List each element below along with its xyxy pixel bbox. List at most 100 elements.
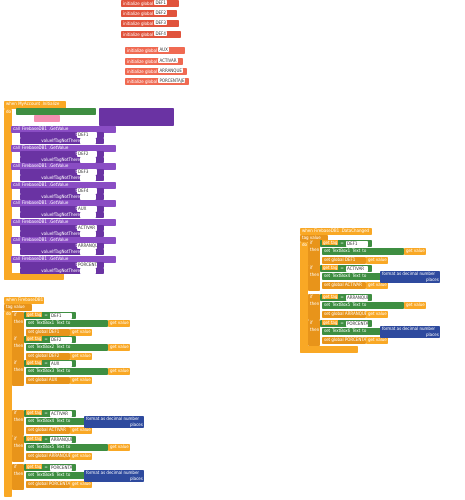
global-name-field[interactable]: DEF3: [154, 20, 167, 25]
set-textbox-text[interactable]: set TextBox2 Text to: [26, 344, 108, 351]
tag-literal[interactable]: DEF1: [50, 313, 72, 319]
tag-literal[interactable]: AUX: [50, 361, 72, 367]
get-value-label: get value: [110, 320, 129, 325]
tag-literal[interactable]: ARRANQUE: [346, 295, 368, 301]
set-textbox-text[interactable]: set TextBox5 Text to: [322, 302, 404, 309]
prop-label: Text: [352, 328, 361, 333]
set-global-block[interactable]: set global PORCENTAJE: [322, 337, 366, 344]
prop-label: Text: [352, 248, 361, 253]
global-name-field[interactable]: DEF4: [154, 31, 167, 36]
get-value-block[interactable]: get value: [366, 282, 388, 289]
set-global-block[interactable]: set global DEF1: [322, 257, 366, 264]
set-global-block[interactable]: set global ARRANQUE: [26, 453, 70, 460]
global-name-field[interactable]: ARRANQUE: [158, 68, 183, 73]
if-block[interactable]: if: [308, 320, 320, 346]
empty-string-literal[interactable]: [80, 138, 96, 144]
tag-literal[interactable]: ARRANQUE: [50, 437, 72, 443]
global-init-aux[interactable]: initialize global AUX: [125, 47, 185, 54]
if-block[interactable]: if: [12, 312, 24, 338]
string-literal: [34, 115, 60, 122]
global-name-field[interactable]: PORCENTAJE: [158, 78, 186, 83]
global-name-field[interactable]: DEF2: [154, 10, 167, 15]
get-value-block[interactable]: get value: [108, 344, 130, 351]
get-value-block[interactable]: get value: [404, 302, 426, 309]
global-name-field[interactable]: ACTIVAR: [158, 58, 178, 63]
firebase-call-row[interactable]: [16, 108, 96, 115]
target-label: TextBox1: [36, 320, 55, 325]
tag-literal[interactable]: DEF2: [50, 337, 72, 343]
tag-literal[interactable]: ACTIVAR: [50, 411, 72, 417]
tag-literal[interactable]: DEF1: [346, 241, 368, 247]
set-textbox-text[interactable]: set TextBox1 Text to: [26, 320, 108, 327]
set-global-block[interactable]: set global AUX: [26, 377, 70, 384]
if-block[interactable]: if: [12, 410, 24, 436]
if-block[interactable]: if: [12, 360, 24, 386]
empty-string-literal[interactable]: [80, 156, 96, 163]
set-global-block[interactable]: set global ACTIVAR: [26, 427, 70, 434]
empty-string-literal[interactable]: [80, 249, 96, 255]
get-value-block[interactable]: get value: [70, 481, 92, 488]
set-global-block[interactable]: set global ACTIVAR: [322, 282, 366, 289]
if-block[interactable]: if: [308, 294, 320, 320]
set-textbox-text[interactable]: set TextBox3 Text to: [26, 368, 108, 375]
global-init-def1[interactable]: initialize global DEF1: [121, 0, 179, 7]
tag-string-literal[interactable]: ACTIVAR: [77, 224, 97, 231]
get-value-block[interactable]: get value: [366, 337, 388, 344]
set-textbox-text[interactable]: set TextBox5 Text to: [26, 444, 108, 451]
if-block[interactable]: if: [12, 336, 24, 362]
set-global-block[interactable]: set global DEF1: [26, 329, 70, 336]
get-value-block[interactable]: get value: [70, 353, 92, 360]
get-value-block[interactable]: get value: [108, 368, 130, 375]
places-label: places: [130, 422, 143, 427]
get-value-block[interactable]: [99, 108, 174, 126]
event-header[interactable]: when FirebaseDB1 .DataChanged: [300, 228, 372, 235]
tag-string-literal[interactable]: DEF4: [77, 187, 97, 194]
empty-string-literal[interactable]: [80, 193, 96, 200]
get-value-block[interactable]: get value: [366, 311, 388, 318]
to-label: to: [66, 472, 71, 477]
empty-string-literal[interactable]: [80, 212, 96, 218]
set-label: set: [324, 273, 331, 278]
get-value-block[interactable]: get value: [108, 320, 130, 327]
get-value-block[interactable]: get value: [70, 377, 92, 384]
global-init-def2[interactable]: initialize global DEF2: [121, 10, 177, 17]
empty-string-literal[interactable]: [80, 175, 96, 181]
if-block[interactable]: if: [12, 436, 24, 462]
set-label: set: [28, 344, 35, 349]
empty-string-literal[interactable]: [80, 230, 96, 237]
get-value-block[interactable]: get value: [70, 427, 92, 434]
get-tag-label: get tag: [26, 436, 43, 441]
call-label: call: [13, 200, 20, 205]
global-init-def3[interactable]: initialize global DEF3: [121, 20, 179, 27]
global-init-activar[interactable]: initialize global ACTIVAR: [125, 58, 183, 65]
set-textbox-text[interactable]: set TextBox1 Text to: [322, 248, 404, 255]
empty-string-literal[interactable]: [80, 267, 96, 274]
get-value-block[interactable]: get value: [366, 257, 388, 264]
global-name-field[interactable]: DEF1: [154, 0, 167, 5]
set-global-label: set global ACTIVAR: [28, 427, 66, 432]
get-value-block[interactable]: get value: [70, 329, 92, 336]
get-value-block[interactable]: get value: [108, 444, 130, 451]
set-label: set: [324, 302, 331, 307]
tag-string-literal[interactable]: PORCENTAJE: [77, 261, 97, 268]
component-label: FirebaseDB1: [21, 181, 47, 187]
set-global-block[interactable]: set global ARRANQUE: [322, 311, 366, 318]
global-init-arranque[interactable]: initialize global ARRANQUE: [125, 68, 187, 75]
get-value-block[interactable]: get value: [404, 248, 426, 255]
get-value-block[interactable]: get value: [70, 453, 92, 460]
tag-string-literal[interactable]: DEF2: [77, 150, 97, 157]
component-label: FirebaseDB1: [21, 255, 47, 261]
global-init-label: initialize global: [127, 79, 158, 84]
global-name-field[interactable]: AUX: [158, 47, 169, 52]
set-global-block[interactable]: set global PORCENTAJE: [26, 481, 70, 488]
tag-literal[interactable]: PORCENTAJE: [346, 321, 368, 327]
tag-literal[interactable]: PORCENTAJE: [50, 465, 72, 471]
if-block[interactable]: if: [12, 464, 24, 490]
if-block[interactable]: if: [308, 265, 320, 291]
global-init-def4[interactable]: initialize global DEF4: [121, 31, 181, 38]
if-block[interactable]: if: [308, 240, 320, 266]
tag-literal[interactable]: ACTIVAR: [346, 266, 368, 272]
global-init-porcentaje[interactable]: initialize global PORCENTAJE: [125, 78, 189, 85]
set-global-block[interactable]: set global DEF2: [26, 353, 70, 360]
event-header[interactable]: when FirebaseDB1: [4, 297, 44, 304]
